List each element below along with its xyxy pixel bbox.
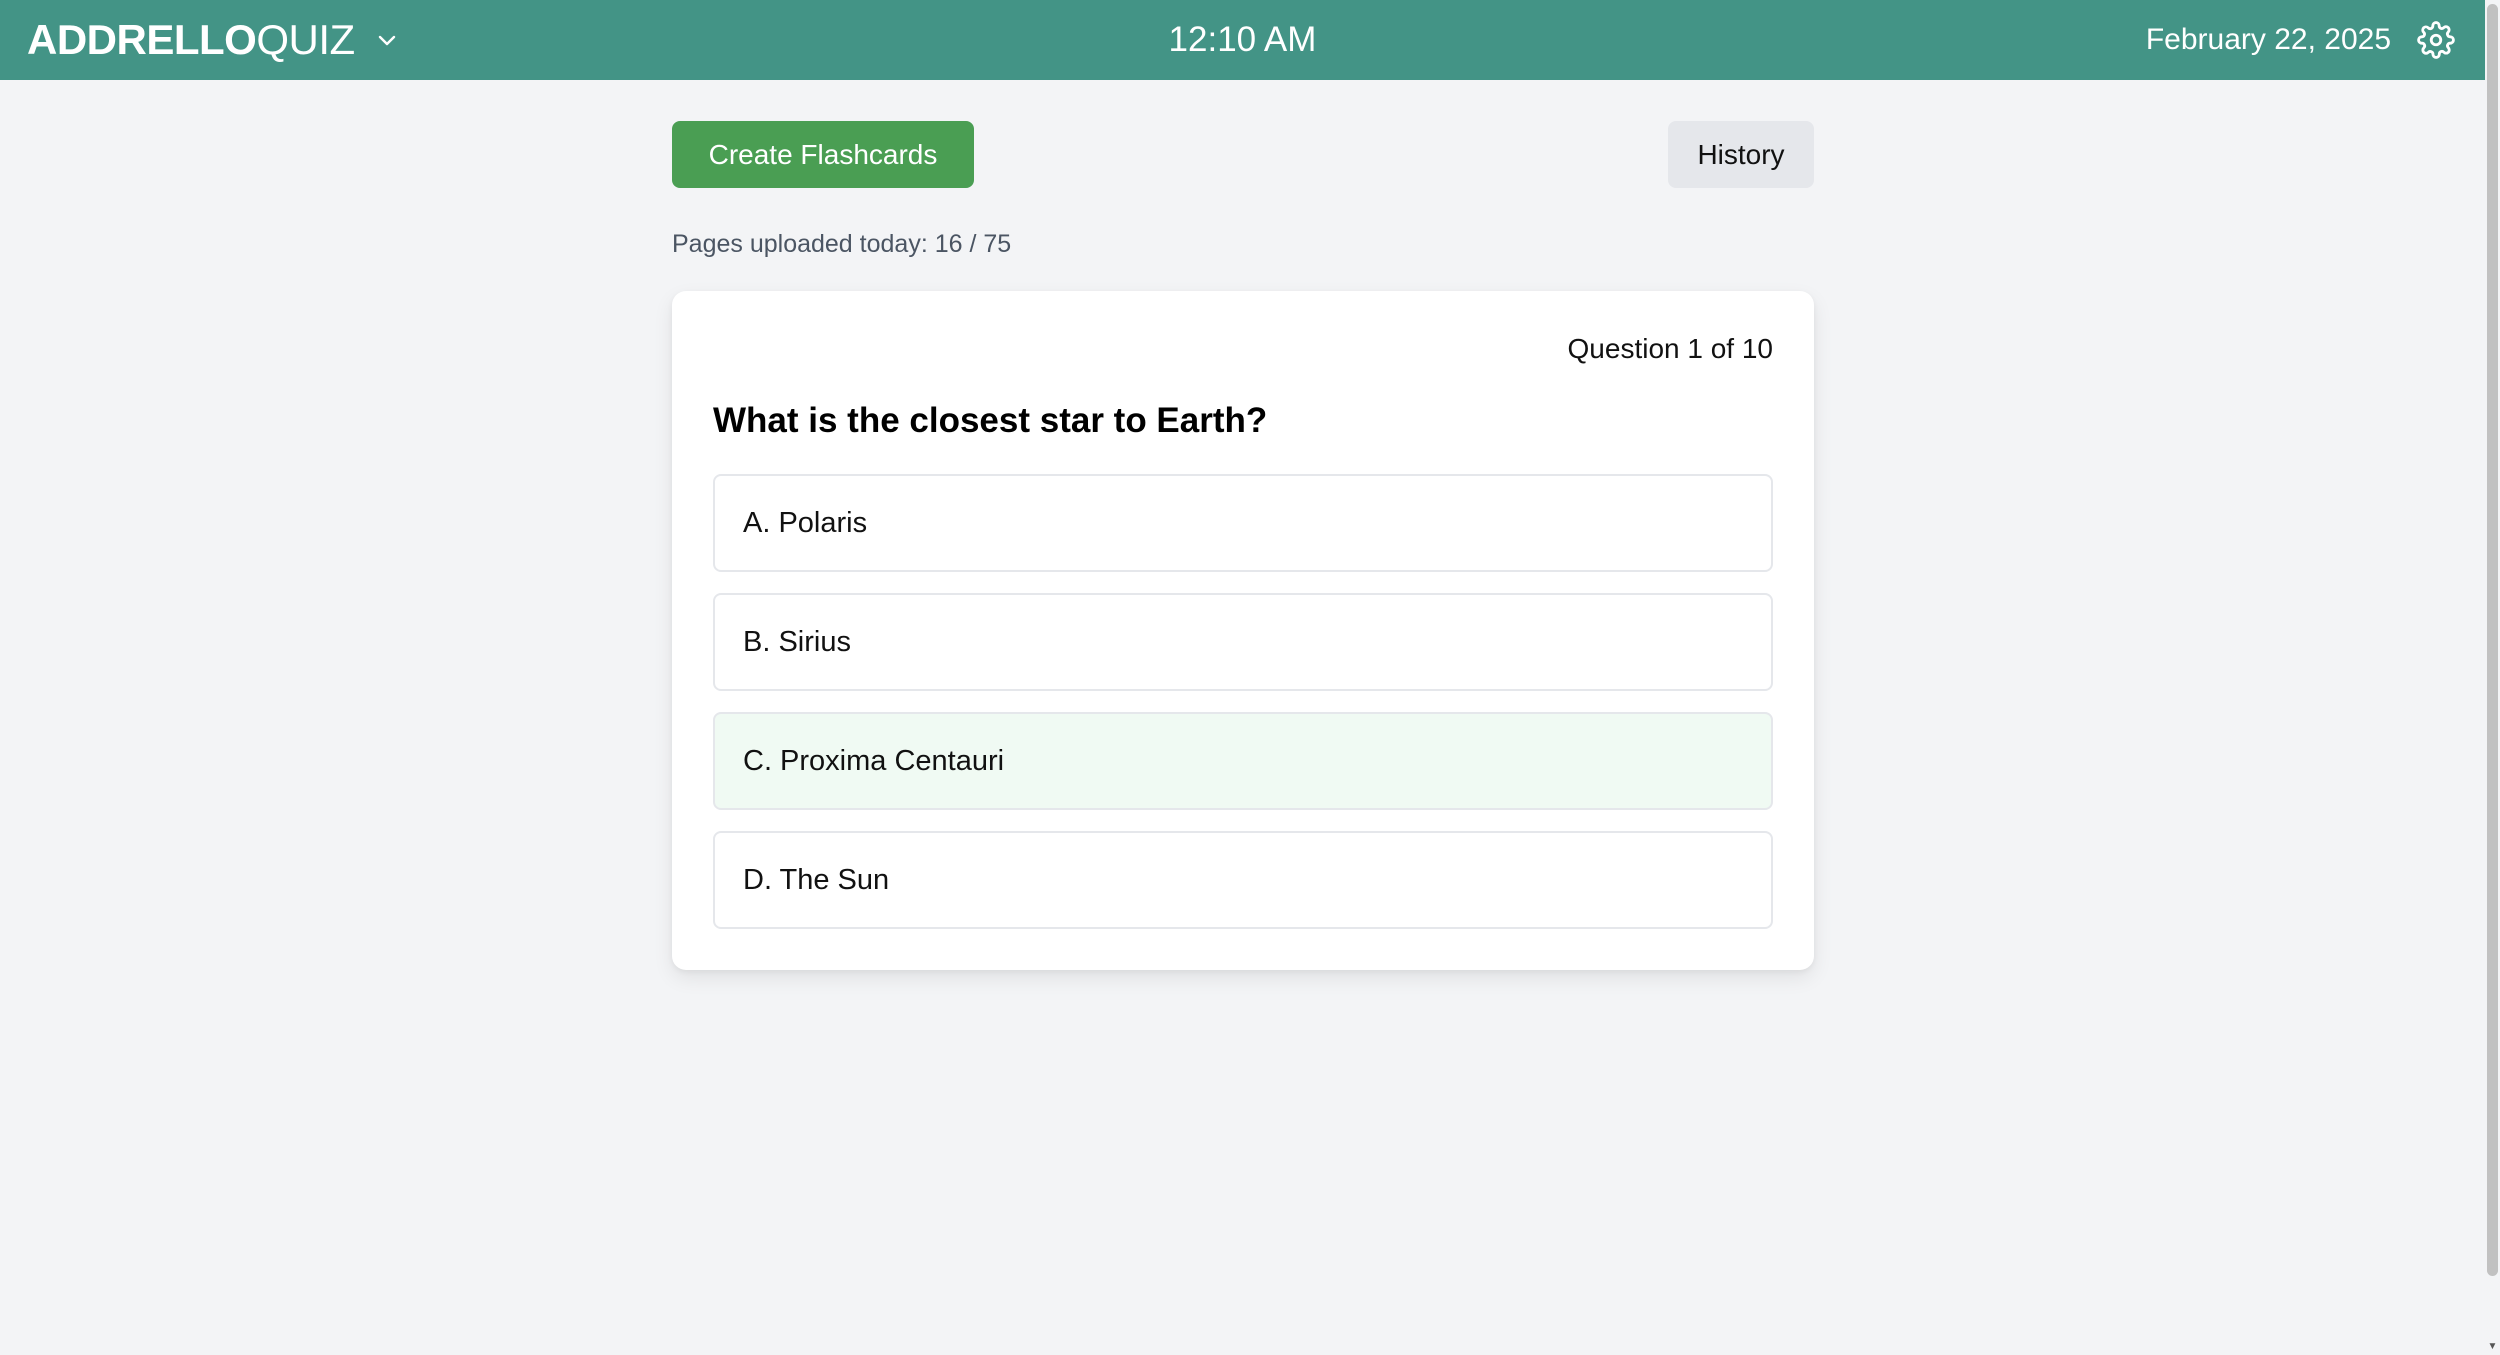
create-flashcards-button[interactable]: Create Flashcards: [672, 121, 974, 188]
gear-icon[interactable]: [2417, 21, 2455, 59]
chevron-down-icon[interactable]: [375, 28, 399, 52]
scroll-down-arrow-icon[interactable]: ▼: [2487, 1341, 2498, 1353]
brand-menu[interactable]: ADDRELLO QUIZ: [27, 0, 399, 80]
scrollbar-thumb[interactable]: [2487, 4, 2498, 1276]
answer-option-b[interactable]: B. Sirius: [713, 593, 1773, 691]
current-date: February 22, 2025: [2145, 23, 2391, 56]
question-counter: Question 1 of 10: [1567, 333, 1773, 364]
quiz-card: Question 1 of 10 What is the closest sta…: [672, 291, 1814, 970]
history-button[interactable]: History: [1668, 121, 1814, 188]
top-bar: ADDRELLO QUIZ 12:10 AM February 22, 2025: [0, 0, 2485, 80]
question-text: What is the closest star to Earth?: [713, 401, 1268, 440]
brand-name-light: QUIZ: [256, 16, 355, 63]
uploads-status: Pages uploaded today: 16 / 75: [672, 230, 1012, 258]
scrollbar[interactable]: ▼: [2485, 0, 2500, 1355]
answer-option-c[interactable]: C. Proxima Centauri: [713, 712, 1773, 810]
answer-option-d[interactable]: D. The Sun: [713, 831, 1773, 929]
answer-option-a[interactable]: A. Polaris: [713, 474, 1773, 572]
brand-name-bold: ADDRELLO: [27, 16, 257, 63]
